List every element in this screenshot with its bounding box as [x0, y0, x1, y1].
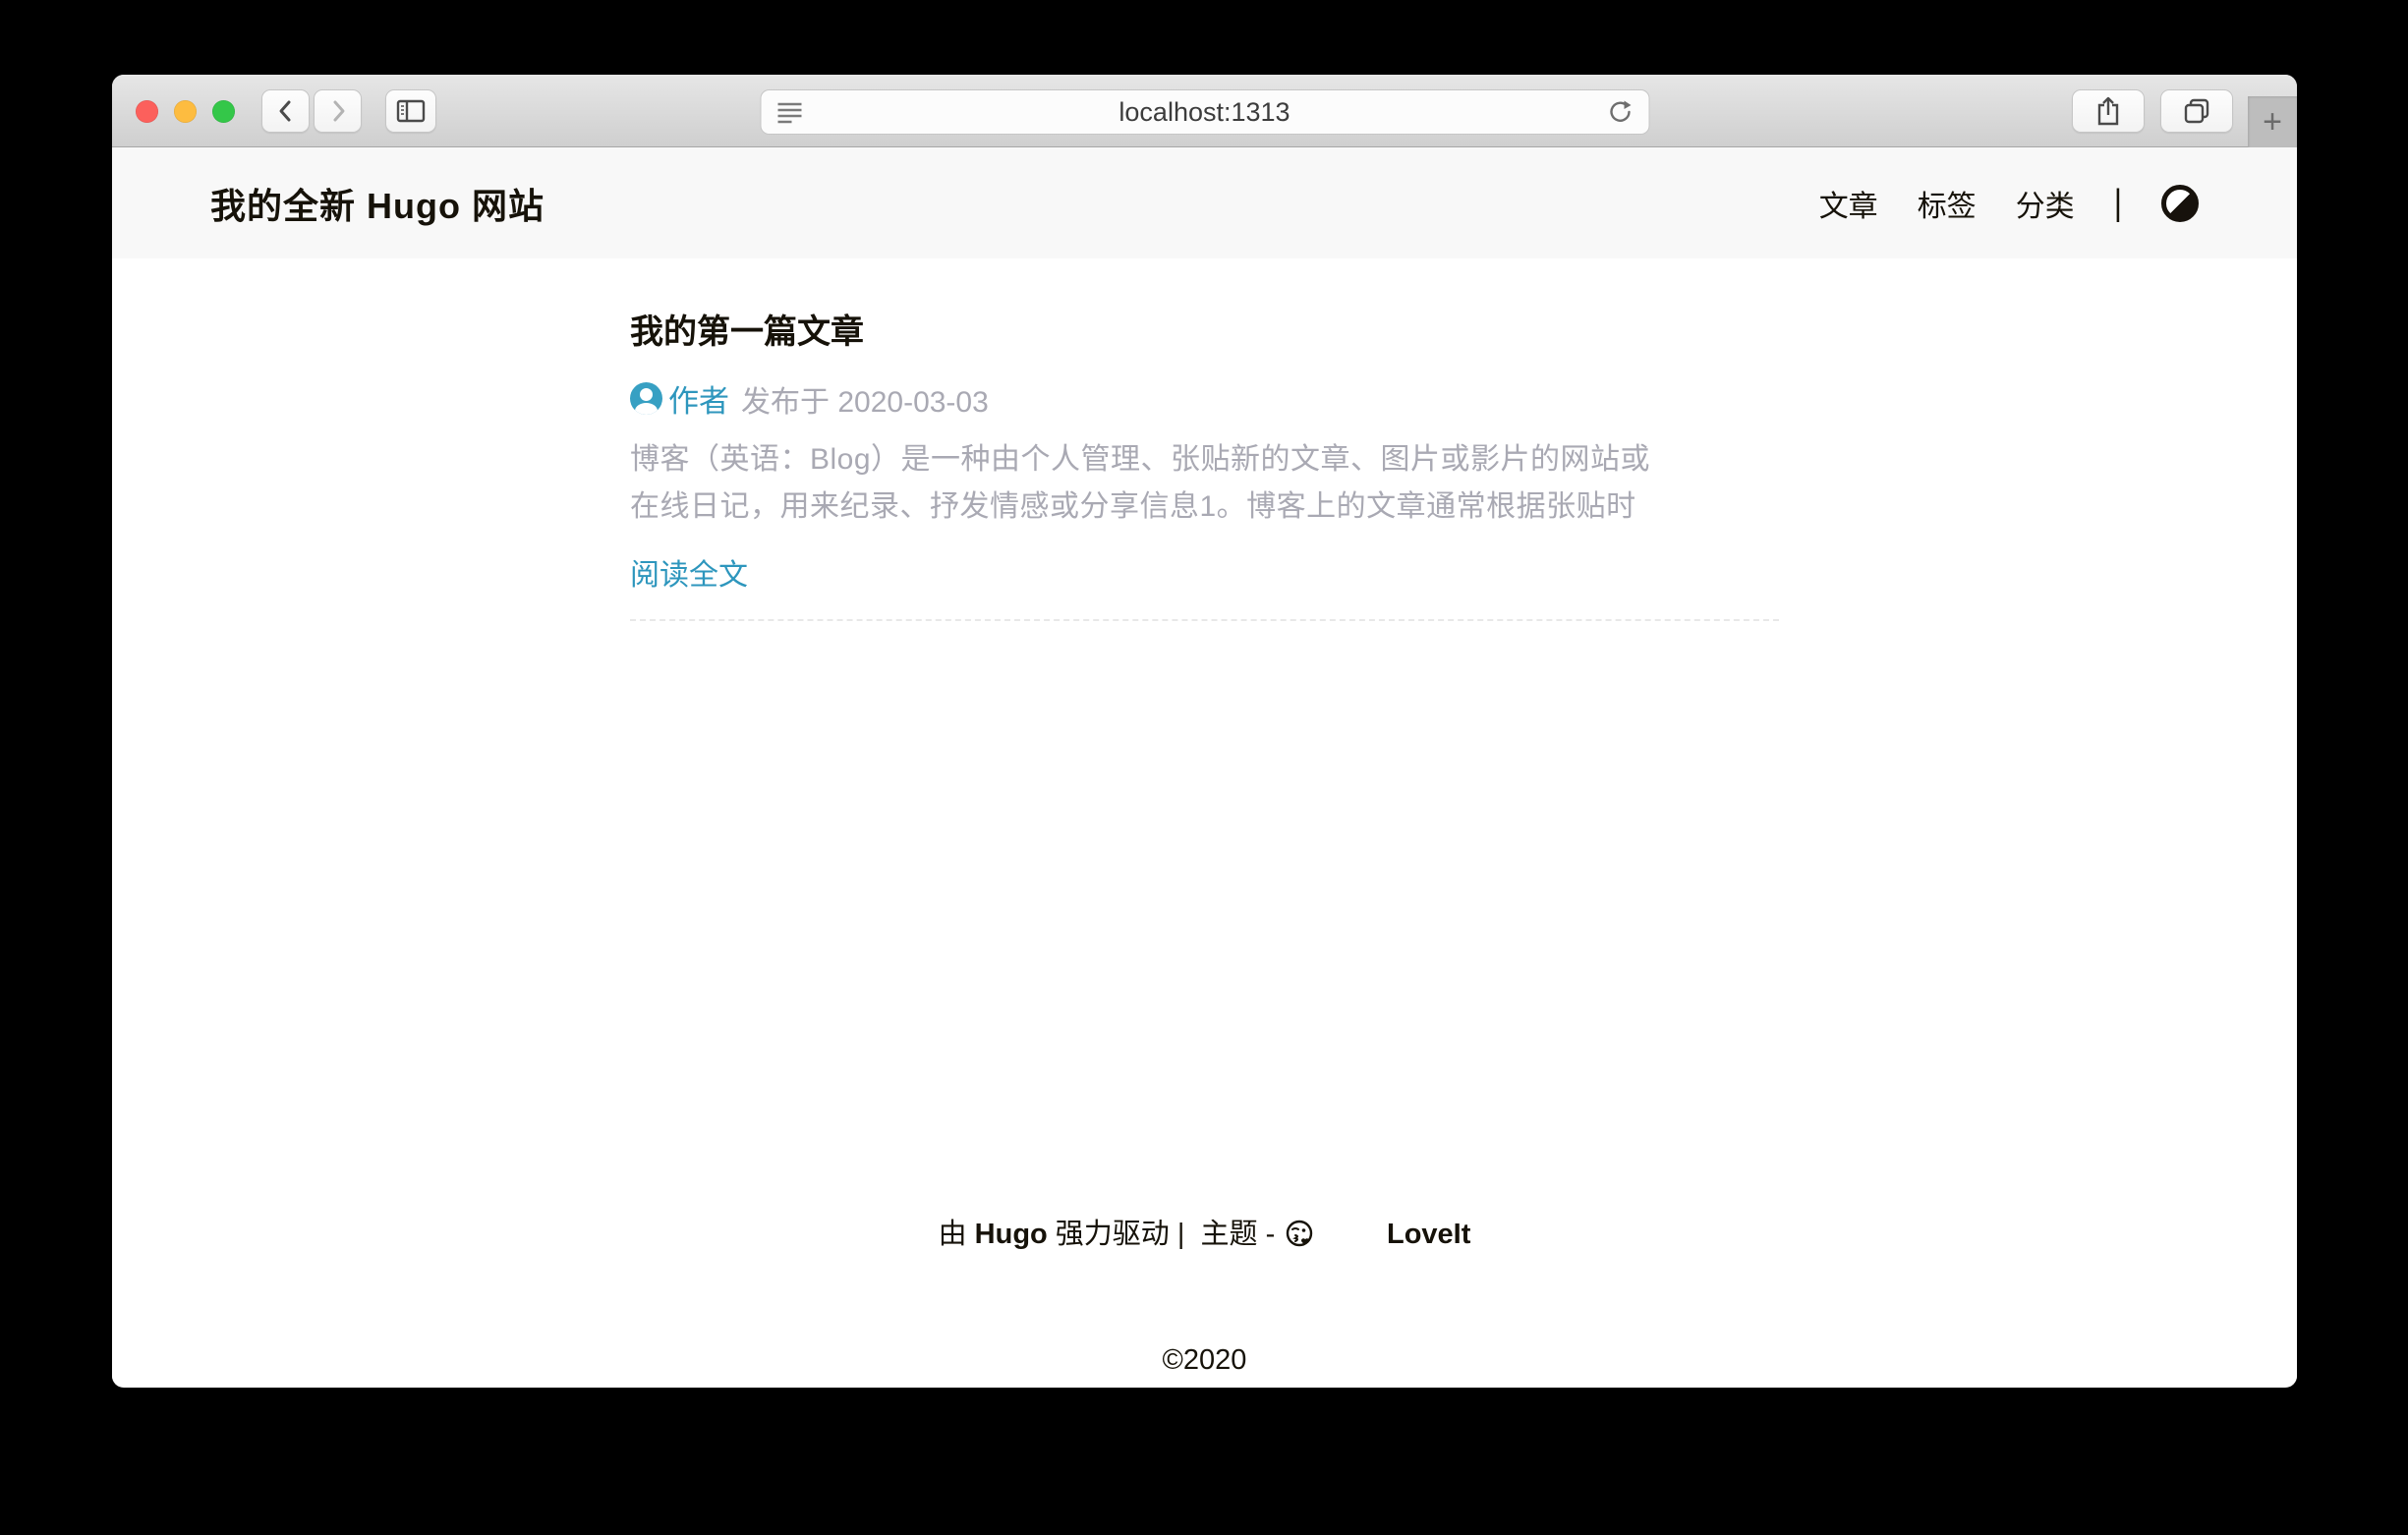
share-button[interactable] [2072, 89, 2145, 133]
browser-toolbar: localhost:1313 [112, 75, 2297, 147]
nav-separator: | [2114, 182, 2122, 224]
kiss-wink-heart-icon [1285, 1130, 1380, 1338]
nav-item-posts[interactable]: 文章 [1819, 182, 1878, 225]
site-header: 我的全新 Hugo 网站 文章 标签 分类 | [112, 147, 2297, 258]
hugo-link[interactable]: Hugo [975, 1213, 1048, 1257]
sidebar-icon [395, 97, 427, 125]
safari-window: localhost:1313 [112, 75, 2297, 1388]
web-page: 我的全新 Hugo 网站 文章 标签 分类 | 我的第一篇文章 作者 发布于 2… [112, 147, 2297, 1387]
summary-line: 博客（英语：Blog）是一种由个人管理、张贴新的文章、图片或影片的网站或 [630, 436, 1779, 483]
post-meta: 作者 发布于 2020-03-03 [630, 376, 1779, 421]
sidebar-toggle-button[interactable] [385, 89, 436, 133]
share-icon [2093, 95, 2123, 127]
desktop-background: localhost:1313 [0, 0, 2408, 1535]
refresh-icon[interactable] [1605, 97, 1634, 127]
site-nav: 文章 标签 分类 | [1819, 182, 2199, 225]
powered-by-line: 由 Hugo 强力驱动 | 主题 - LoveIt [939, 1130, 1471, 1338]
close-window-button[interactable] [136, 100, 158, 123]
site-title[interactable]: 我的全新 Hugo 网站 [210, 178, 545, 229]
post-summary-card: 我的第一篇文章 作者 发布于 2020-03-03 博客（英语：Blog）是一种… [630, 258, 1779, 621]
theme-toggle-icon[interactable] [2161, 185, 2199, 222]
author-avatar-icon [630, 382, 662, 415]
address-bar[interactable]: localhost:1313 [760, 89, 1649, 135]
footer-text: 主题 - [1201, 1213, 1284, 1257]
plus-icon: + [2263, 105, 2282, 139]
reader-mode-icon[interactable] [774, 99, 804, 125]
footer-text: 强力驱动 [1048, 1213, 1177, 1257]
summary-line: 在线日记，用来纪录、抒发情感或分享信息1。博客上的文章通常根据张贴时 [630, 483, 1779, 531]
footer-text: 由 [939, 1213, 975, 1257]
url-text: localhost:1313 [804, 97, 1605, 128]
back-button[interactable] [261, 89, 310, 133]
minimize-window-button[interactable] [174, 100, 197, 123]
traffic-lights [136, 75, 235, 147]
post-divider [630, 619, 1779, 621]
tabs-overview-icon [2181, 96, 2212, 126]
show-tabs-button[interactable] [2160, 89, 2233, 133]
nav-item-tags[interactable]: 标签 [1918, 182, 1977, 225]
post-summary: 博客（英语：Blog）是一种由个人管理、张贴新的文章、图片或影片的网站或 在线日… [630, 436, 1779, 531]
footer-separator: | [1177, 1213, 1201, 1257]
nav-item-categories[interactable]: 分类 [2016, 182, 2075, 225]
site-footer: 由 Hugo 强力驱动 | 主题 - LoveIt ©2020 [112, 1130, 2297, 1383]
chevron-right-icon [324, 97, 352, 125]
copyright: ©2020 [112, 1338, 2297, 1383]
chevron-left-icon [272, 97, 300, 125]
theme-link[interactable]: LoveIt [1387, 1213, 1470, 1257]
publish-date: 发布于 2020-03-03 [741, 377, 989, 421]
read-more-link[interactable]: 阅读全文 [630, 550, 748, 594]
post-title[interactable]: 我的第一篇文章 [630, 312, 1779, 353]
forward-button[interactable] [314, 89, 362, 133]
zoom-window-button[interactable] [212, 100, 235, 123]
new-tab-button[interactable]: + [2248, 96, 2297, 147]
author-link[interactable]: 作者 [668, 376, 729, 421]
